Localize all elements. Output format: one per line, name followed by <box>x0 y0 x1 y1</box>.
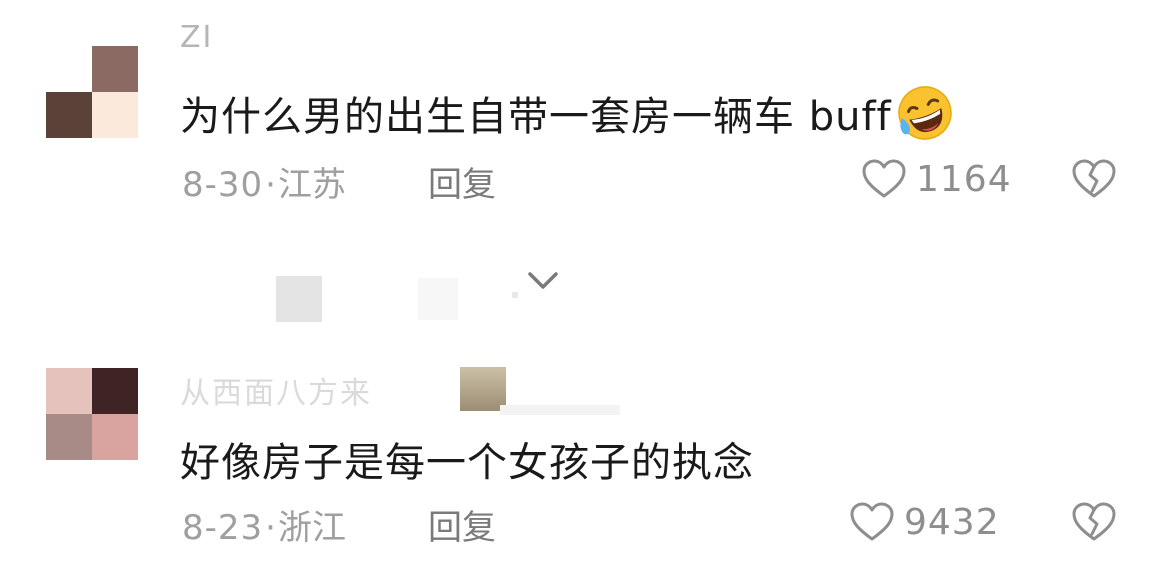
avatar[interactable] <box>46 46 138 138</box>
heart-icon <box>862 159 906 198</box>
comment-date: 8-30 <box>182 165 264 205</box>
expand-replies-row[interactable] <box>0 248 1170 338</box>
comment-meta: 8-30·江苏 <box>182 157 346 206</box>
redacted-block <box>512 292 518 298</box>
redacted-block <box>500 405 620 415</box>
avatar-tile <box>92 414 138 460</box>
avatar-tile <box>92 92 138 138</box>
username-redaction <box>218 22 278 58</box>
redacted-block <box>418 278 458 320</box>
avatar-tile <box>46 46 92 92</box>
laughing-emoji-icon <box>896 84 954 142</box>
avatar-tile <box>92 368 138 414</box>
like-count: 9432 <box>904 501 1000 543</box>
comment-date: 8-23 <box>182 508 264 548</box>
dislike-button[interactable] <box>1070 498 1118 546</box>
avatar[interactable] <box>46 368 138 460</box>
chevron-down-icon[interactable] <box>525 266 561 296</box>
broken-heart-icon <box>1072 159 1116 198</box>
username-redaction <box>180 369 460 405</box>
comment-meta: 8-23·浙江 <box>182 500 346 549</box>
comment-location: 浙江 <box>277 508 346 548</box>
like-button[interactable]: 9432 <box>848 498 1000 546</box>
reply-button[interactable]: 回复 <box>428 157 496 206</box>
broken-heart-icon <box>1072 502 1116 541</box>
redacted-block <box>276 276 322 322</box>
heart-icon <box>850 502 894 541</box>
reply-button[interactable]: 回复 <box>428 500 496 549</box>
avatar-tile <box>46 368 92 414</box>
comment-text: 为什么男的出生自带一套房一辆车 buff <box>180 84 954 142</box>
comment-item: 从西面八方来 好像房子是每一个女孩子的执念 8-23·浙江 回复 9432 <box>0 355 1170 579</box>
meta-separator: · <box>265 508 276 548</box>
meta-separator: · <box>265 165 276 205</box>
comment-item: ZI 为什么男的出生自带一套房一辆车 buff 8-30·江苏 回复 1164 <box>0 0 1170 230</box>
like-button[interactable]: 1164 <box>860 155 1012 203</box>
comment-location: 江苏 <box>277 165 346 205</box>
like-count: 1164 <box>916 158 1012 200</box>
avatar-tile <box>46 414 92 460</box>
comment-text: 好像房子是每一个女孩子的执念 <box>180 440 754 486</box>
username[interactable]: ZI <box>180 20 213 55</box>
avatar-tile <box>46 92 92 138</box>
dislike-button[interactable] <box>1070 155 1118 203</box>
comment-text-content: 为什么男的出生自带一套房一辆车 buff <box>180 94 892 140</box>
avatar-tile <box>92 46 138 92</box>
